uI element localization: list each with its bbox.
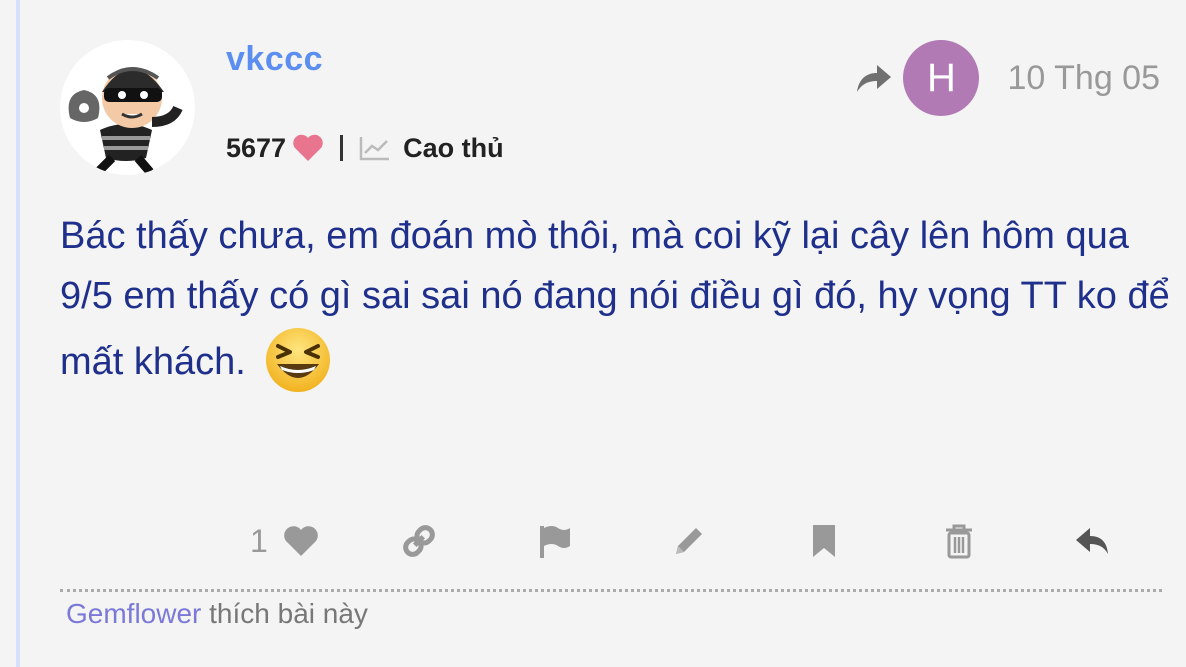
- reply-button[interactable]: [1074, 518, 1112, 564]
- liked-by-suffix: thích bài này: [201, 598, 368, 629]
- copy-link-button[interactable]: [400, 518, 438, 564]
- flag-icon: [540, 526, 570, 558]
- reputation-count: 5677: [226, 132, 287, 163]
- liker-name[interactable]: Gemflower: [66, 598, 201, 629]
- post-left-rule: [16, 0, 20, 667]
- laughing-face-icon: [266, 328, 331, 392]
- thief-avatar-icon: [60, 40, 194, 175]
- post-date[interactable]: 10 Thg 05: [1007, 59, 1160, 98]
- link-icon: [403, 525, 435, 557]
- post-actions: 1: [240, 518, 1130, 568]
- edit-button[interactable]: [670, 518, 708, 564]
- delete-button[interactable]: [940, 518, 978, 564]
- like-action[interactable]: 1: [250, 518, 320, 564]
- heart-icon: [293, 134, 323, 161]
- trend-chart-icon: [359, 137, 390, 161]
- post-meta: H 10 Thg 05: [853, 40, 1160, 116]
- user-avatar[interactable]: [60, 40, 195, 175]
- user-stats: 5677 Cao thủ: [226, 128, 504, 168]
- like-heart-icon[interactable]: [282, 522, 320, 560]
- stats-separator: [340, 135, 344, 161]
- bookmark-icon: [813, 525, 835, 557]
- reply-to-arrow-icon[interactable]: [853, 60, 895, 96]
- reply-to-avatar[interactable]: H: [903, 40, 980, 116]
- post-text: Bác thấy chưa, em đoán mò thôi, mà coi k…: [60, 215, 1170, 383]
- trash-icon: [946, 524, 972, 559]
- flag-button[interactable]: [536, 518, 574, 564]
- post-author[interactable]: vkccc: [226, 40, 323, 79]
- liked-by-line: Gemflower thích bài này: [66, 598, 368, 630]
- post-body: Bác thấy chưa, em đoán mò thôi, mà coi k…: [60, 206, 1170, 394]
- user-rank: Cao thủ: [403, 132, 504, 163]
- bookmark-button[interactable]: [805, 518, 843, 564]
- like-count[interactable]: 1: [250, 523, 268, 560]
- likes-divider: [60, 589, 1162, 592]
- reply-arrow-icon: [1076, 528, 1108, 554]
- pencil-icon: [676, 528, 702, 554]
